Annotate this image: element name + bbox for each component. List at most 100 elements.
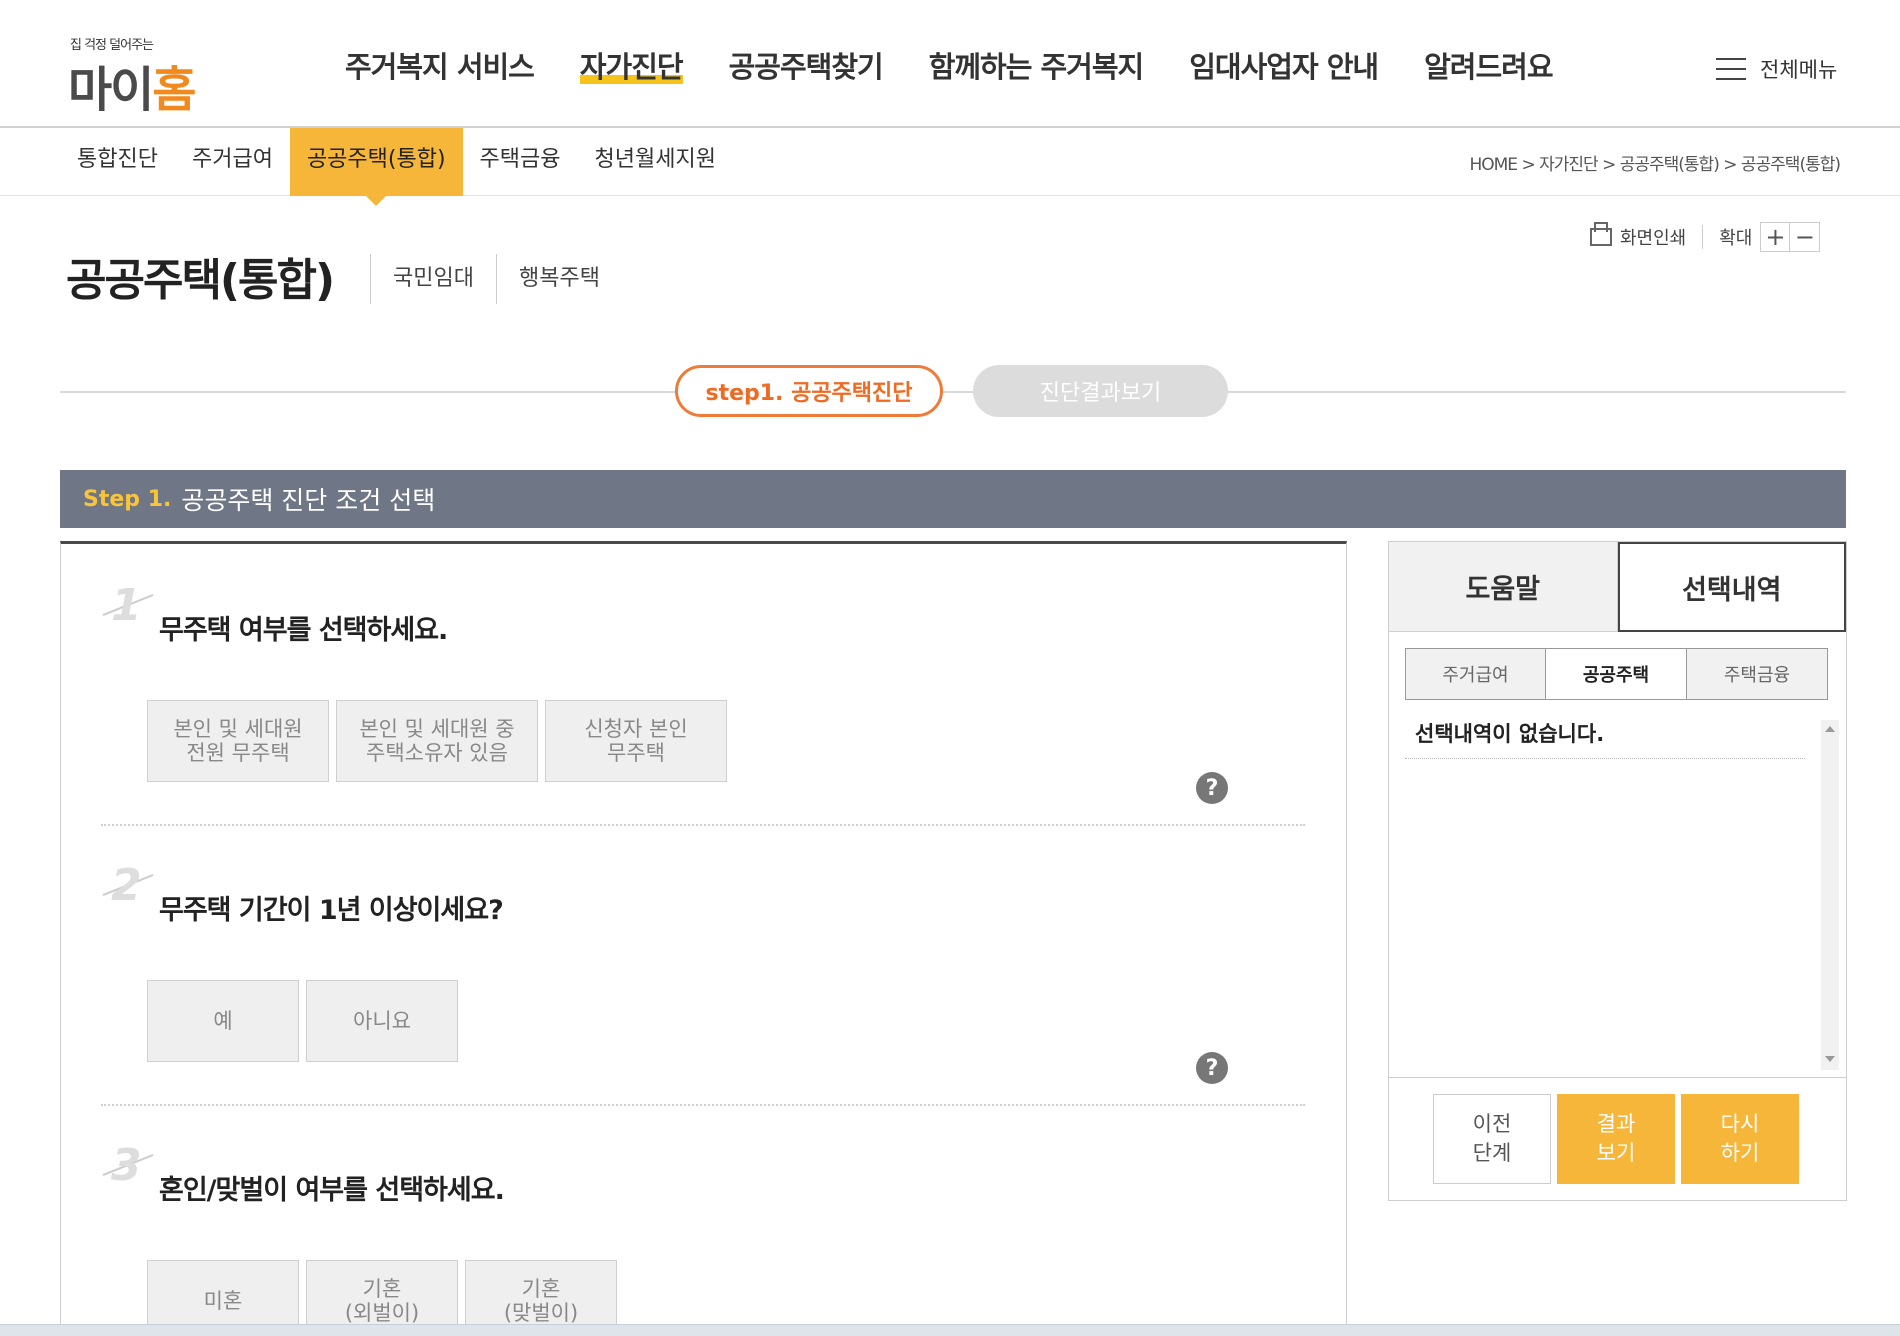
- option-line: (맞벌이): [503, 1301, 579, 1325]
- option-all-no-house[interactable]: 본인 및 세대원 전원 무주택: [147, 700, 329, 782]
- button-line: 다시: [1720, 1111, 1760, 1136]
- breadcrumb-public-housing[interactable]: 공공주택(통합): [1620, 155, 1720, 175]
- site-header: 집 걱정 덜어주는 마이홈 주거복지 서비스 자가진단 공공주택찾기 함께하는 …: [0, 0, 1900, 128]
- scroll-down-icon[interactable]: [1825, 1056, 1835, 1062]
- gnb-together-welfare[interactable]: 함께하는 주거복지: [929, 44, 1145, 86]
- step-header: Step 1. 공공주택 진단 조건 선택: [60, 470, 1846, 528]
- selection-panel: 도움말 선택내역 주거급여 공공주택 주택금융 선택내역이 없습니다. 이전 단…: [1388, 541, 1847, 1201]
- question-divider: [101, 1104, 1305, 1106]
- sub-tab-housing-benefit[interactable]: 주거급여: [175, 128, 290, 196]
- tool-divider: [1702, 225, 1704, 249]
- option-line: 신청자 본인: [584, 716, 688, 741]
- title-links: 국민임대 행복주택: [370, 254, 622, 304]
- empty-message: 선택내역이 없습니다.: [1415, 722, 1605, 746]
- help-icon[interactable]: ?: [1196, 772, 1228, 804]
- print-button[interactable]: 화면인쇄: [1590, 222, 1687, 250]
- question-number: 3: [111, 1140, 142, 1191]
- option-applicant-no-house[interactable]: 신청자 본인 무주택: [545, 700, 727, 782]
- gnb-housing-welfare[interactable]: 주거복지 서비스: [345, 44, 535, 86]
- sub-nav-tabs: 통합진단 주거급여 공공주택(통합) 주택금융 청년월세지원: [60, 128, 733, 206]
- restart-button[interactable]: 다시 하기: [1681, 1094, 1799, 1184]
- selection-list: 선택내역이 없습니다.: [1405, 718, 1815, 1068]
- option-line: 무주택: [607, 741, 665, 765]
- list-divider: [1405, 758, 1805, 759]
- question-options: 예 아니요: [147, 980, 465, 1062]
- button-line: 하기: [1720, 1141, 1760, 1165]
- sub-tab-housing-finance[interactable]: 주택금융: [463, 128, 578, 196]
- side-sub-tab-housing-benefit[interactable]: 주거급여: [1405, 648, 1546, 700]
- sub-tab-youth-rent[interactable]: 청년월세지원: [578, 128, 733, 196]
- link-happy-housing[interactable]: 행복주택: [495, 254, 622, 304]
- side-buttons: 이전 단계 결과 보기 다시 하기: [1433, 1094, 1805, 1184]
- option-line: 미혼: [203, 1288, 243, 1313]
- gnb-landlord-guide[interactable]: 임대사업자 안내: [1189, 44, 1379, 86]
- gnb-self-diagnosis[interactable]: 자가진단: [579, 44, 684, 86]
- option-line: 기혼: [362, 1276, 402, 1301]
- steps-line: [60, 391, 1846, 393]
- tab-selection-history[interactable]: 선택내역: [1617, 542, 1846, 632]
- button-line: 보기: [1596, 1141, 1636, 1165]
- question-title: 혼인/맞벌이 여부를 선택하세요.: [159, 1175, 505, 1206]
- sub-tab-integrated[interactable]: 통합진단: [60, 128, 175, 196]
- side-sub-tab-housing-finance[interactable]: 주택금융: [1687, 648, 1828, 700]
- question-title: 무주택 기간이 1년 이상이세요?: [159, 895, 504, 926]
- page-tools: 화면인쇄 확대 + −: [1590, 222, 1821, 252]
- questions-panel: 1 무주택 여부를 선택하세요. 본인 및 세대원 전원 무주택 본인 및 세대원…: [60, 541, 1347, 1336]
- step-current[interactable]: step1. 공공주택진단: [675, 365, 943, 417]
- breadcrumb: HOME > 자가진단 > 공공주택(통합) > 공공주택(통합): [1469, 150, 1841, 175]
- breadcrumb-current: 공공주택(통합): [1740, 155, 1841, 175]
- scroll-up-icon[interactable]: [1825, 726, 1835, 732]
- print-label: 화면인쇄: [1620, 228, 1687, 249]
- os-taskbar: [0, 1324, 1900, 1336]
- all-menu-button[interactable]: 전체메뉴: [1716, 54, 1837, 84]
- zoom-out-button[interactable]: −: [1790, 222, 1821, 252]
- logo-suffix: 홈: [152, 62, 196, 118]
- button-line: 단계: [1472, 1141, 1512, 1165]
- option-line: 기혼: [521, 1276, 561, 1301]
- hamburger-icon: [1716, 58, 1746, 80]
- step-result[interactable]: 진단결과보기: [973, 365, 1228, 417]
- option-line: 예: [213, 1008, 233, 1033]
- option-line: 주택소유자 있음: [366, 741, 508, 765]
- option-no[interactable]: 아니요: [306, 980, 458, 1062]
- prev-step-button[interactable]: 이전 단계: [1433, 1094, 1551, 1184]
- question-3: 3 혼인/맞벌이 여부를 선택하세요. 미혼 기혼 (외벌이) 기혼 (맞벌이): [101, 1140, 1291, 1336]
- page-title: 공공주택(통합): [66, 255, 335, 306]
- selection-scrollbar[interactable]: [1821, 720, 1839, 1070]
- breadcrumb-self-diagnosis[interactable]: 자가진단: [1539, 155, 1599, 175]
- sub-nav: 통합진단 주거급여 공공주택(통합) 주택금융 청년월세지원 HOME > 자가…: [0, 128, 1900, 206]
- tab-help[interactable]: 도움말: [1389, 542, 1618, 632]
- button-line: 결과: [1596, 1111, 1636, 1136]
- side-tabs: 도움말 선택내역: [1389, 542, 1846, 632]
- view-result-button[interactable]: 결과 보기: [1557, 1094, 1675, 1184]
- side-sub-tab-public-housing[interactable]: 공공주택: [1546, 648, 1687, 700]
- breadcrumb-sep: >: [1602, 155, 1616, 175]
- all-menu-label: 전체메뉴: [1760, 58, 1838, 82]
- zoom-label: 확대: [1719, 228, 1753, 249]
- gnb-public-housing-search[interactable]: 공공주택찾기: [729, 44, 884, 86]
- button-line: 이전: [1472, 1111, 1512, 1136]
- site-logo[interactable]: 집 걱정 덜어주는 마이홈: [68, 28, 228, 118]
- gnb-notices[interactable]: 알려드려요: [1424, 44, 1553, 86]
- help-icon[interactable]: ?: [1196, 1052, 1228, 1084]
- breadcrumb-home[interactable]: HOME: [1469, 155, 1518, 175]
- option-yes[interactable]: 예: [147, 980, 299, 1062]
- option-line: 본인 및 세대원: [173, 716, 303, 741]
- link-national-rental[interactable]: 국민임대: [370, 254, 496, 304]
- option-line: (외벌이): [344, 1301, 420, 1325]
- option-line: 아니요: [353, 1008, 411, 1033]
- printer-icon: [1590, 222, 1612, 246]
- logo-prefix: 마이: [68, 62, 154, 118]
- sub-tab-public-housing[interactable]: 공공주택(통합): [289, 128, 463, 206]
- breadcrumb-sep: >: [1723, 155, 1737, 175]
- global-nav: 주거복지 서비스 자가진단 공공주택찾기 함께하는 주거복지 임대사업자 안내 …: [345, 44, 1599, 86]
- question-number: 2: [111, 860, 142, 911]
- question-1: 1 무주택 여부를 선택하세요. 본인 및 세대원 전원 무주택 본인 및 세대원…: [101, 580, 1291, 804]
- side-sub-tabs: 주거급여 공공주택 주택금융: [1405, 648, 1828, 700]
- option-household-owns-house[interactable]: 본인 및 세대원 중 주택소유자 있음: [336, 700, 538, 782]
- option-line: 본인 및 세대원 중: [359, 716, 515, 741]
- question-title: 무주택 여부를 선택하세요.: [159, 615, 448, 646]
- zoom-in-button[interactable]: +: [1760, 222, 1791, 252]
- question-divider: [101, 824, 1305, 826]
- side-divider: [1389, 1077, 1846, 1078]
